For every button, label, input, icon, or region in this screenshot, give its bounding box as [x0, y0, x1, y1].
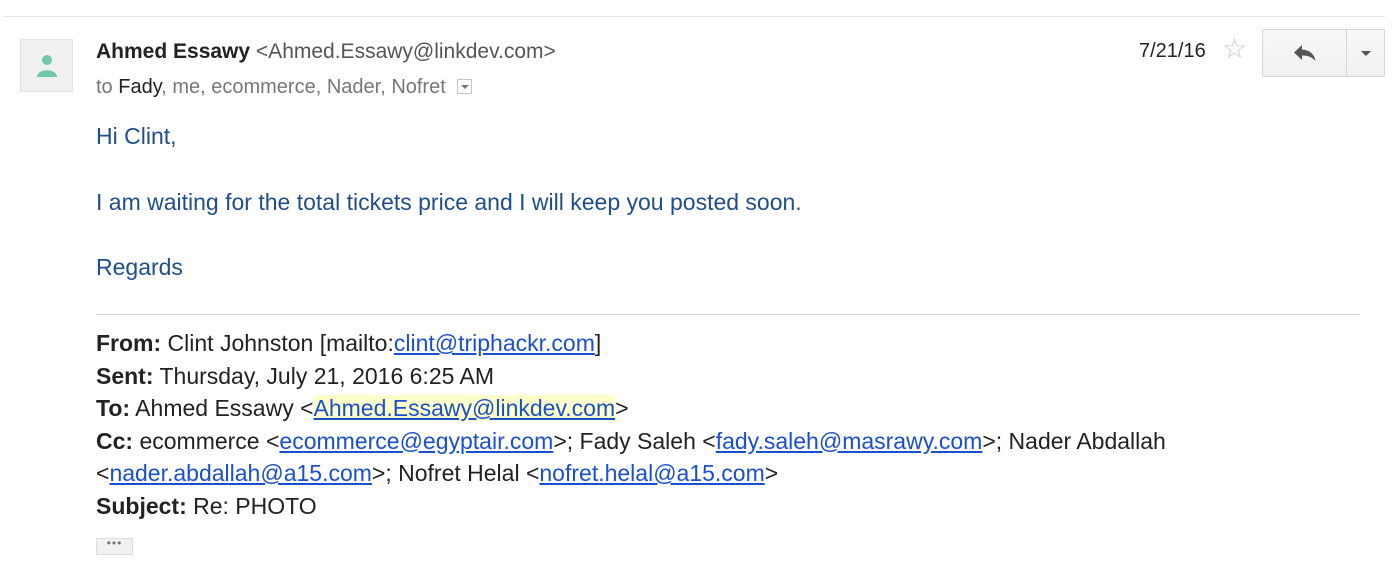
from-end: ] [594, 330, 602, 356]
reply-icon [1293, 45, 1315, 61]
sender-email: <Ahmed.Essawy@linkdev.com> [255, 40, 556, 63]
from-email-link[interactable]: clint@triphackr.com [394, 330, 595, 356]
more-options-button[interactable] [1347, 30, 1384, 76]
show-trimmed-content-button[interactable]: ••• [96, 537, 133, 555]
quote-subject-row: Subject: Re: PHOTO [96, 490, 1166, 523]
avatar[interactable] [20, 39, 73, 92]
subject-text: Re: PHOTO [186, 492, 317, 519]
chevron-down-icon [1360, 50, 1371, 56]
body-message: I am waiting for the total tickets price… [96, 189, 802, 215]
quote-sent-row: Sent: Thursday, July 21, 2016 6:25 AM [96, 360, 1166, 393]
cc-email-link-3[interactable]: nader.abdallah@a15.com [109, 460, 371, 486]
reply-button[interactable] [1263, 30, 1347, 76]
quote-from-row: From: Clint Johnston [mailto:clint@triph… [96, 327, 1166, 360]
cc-label: Cc: [96, 427, 134, 454]
message-date[interactable]: 7/21/16 [1139, 40, 1206, 63]
cc-email-link-4[interactable]: nofret.helal@a15.com [539, 460, 764, 486]
to-label: To: [96, 395, 131, 421]
cc-text-5: >; Nofret Helal < [371, 460, 540, 486]
recipients-prefix: to [96, 76, 113, 98]
to-end: > [615, 395, 629, 421]
sent-text: Thursday, July 21, 2016 6:25 AM [153, 362, 495, 389]
recipient-first: Fady [118, 76, 162, 98]
star-icon[interactable]: ☆ [1222, 35, 1247, 63]
sender-name[interactable]: Ahmed Essawy [96, 40, 250, 63]
cc-text-4: < [96, 460, 110, 486]
cc-email-link-2[interactable]: fady.saleh@masrawy.com [716, 428, 983, 454]
body-closing: Regards [96, 254, 183, 280]
person-icon [37, 55, 57, 77]
from-label: From: [96, 330, 162, 356]
quote-divider [96, 314, 1360, 315]
quoted-header: From: Clint Johnston [mailto:clint@triph… [96, 327, 1166, 522]
quote-cc-row: Cc: ecommerce <ecommerce@egyptair.com>; … [96, 425, 1166, 458]
recipients-rest: , me, ecommerce, Nader, Nofret [161, 76, 446, 98]
recipients-line: to Fady, me, ecommerce, Nader, Nofret [96, 76, 473, 99]
to-email-link[interactable]: Ahmed.Essawy@linkdev.com [313, 395, 616, 421]
quote-to-row: To: Ahmed Essawy <Ahmed.Essawy@linkdev.c… [96, 392, 1166, 425]
reply-button-group [1262, 29, 1385, 77]
show-details-button[interactable] [457, 79, 473, 94]
top-divider [4, 16, 1385, 17]
sent-label: Sent: [96, 362, 154, 389]
cc-text-1: ecommerce < [133, 427, 280, 454]
subject-label: Subject: [96, 492, 187, 519]
cc-text-6: > [764, 460, 779, 486]
sender-line: Ahmed Essawy <Ahmed.Essawy@linkdev.com> [96, 40, 556, 64]
cc-text-3: >; Nader Abdallah [982, 427, 1166, 454]
cc-text-2: >; Fady Saleh < [553, 427, 716, 454]
body-greeting: Hi Clint, [96, 123, 177, 149]
from-text: Clint Johnston [mailto: [161, 330, 394, 356]
quote-cc-row-cont: <nader.abdallah@a15.com>; Nofret Helal <… [96, 457, 1166, 490]
cc-email-link-1[interactable]: ecommerce@egyptair.com [279, 428, 553, 454]
to-text: Ahmed Essawy < [130, 395, 314, 421]
